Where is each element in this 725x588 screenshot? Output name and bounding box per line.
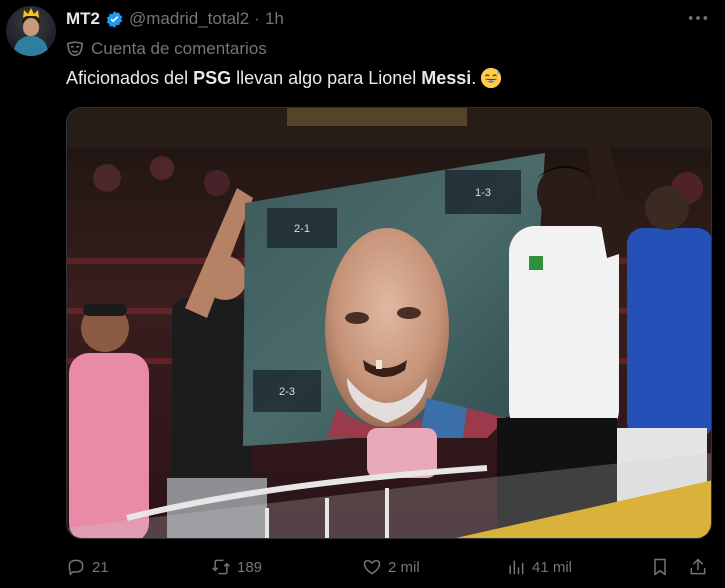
like-button[interactable]: 2 mil [362, 554, 420, 580]
author-name[interactable]: MT2 [66, 9, 100, 29]
share-button[interactable] [688, 554, 708, 580]
heart-icon [363, 560, 381, 575]
verified-badge-icon [105, 10, 124, 29]
tweet-text-bold[interactable]: PSG [193, 66, 231, 90]
bookmark-button[interactable] [650, 554, 670, 580]
tweet-text: Aficionados del PSG llevan algo para Lio… [66, 66, 502, 90]
banner-score-top-left: 2-1 [294, 223, 310, 235]
account-label-text: Cuenta de comentarios [91, 39, 267, 58]
tweet-text-part: Aficionados del [66, 68, 194, 88]
repost-count: 189 [237, 558, 263, 576]
avatar[interactable] [6, 6, 56, 56]
reply-count: 21 [92, 558, 109, 576]
reply-button[interactable]: 21 [66, 554, 109, 580]
tweet-text-part: llevan algo para Lionel [231, 68, 422, 88]
repost-icon [212, 559, 230, 575]
banner-score-top-right: 1-3 [475, 187, 491, 199]
reply-icon [68, 559, 84, 576]
repost-button[interactable]: 189 [211, 554, 262, 580]
banner-score-bottom-left: 2-3 [279, 386, 295, 398]
account-label: Cuenta de comentarios [66, 38, 267, 60]
avatar-shirt [14, 36, 48, 56]
more-options-icon[interactable] [687, 8, 709, 28]
stadium-photo-illustration: 2-1 1-3 2-3 [67, 108, 711, 538]
tweet-text-bold[interactable]: Messi [421, 66, 471, 90]
tweet-header: MT2 @madrid_total2 · 1h [66, 8, 284, 30]
share-icon [690, 558, 706, 575]
views-icon [509, 560, 524, 575]
grinning-sweat-emoji-icon [481, 67, 502, 89]
tweet-media-photo[interactable]: 2-1 1-3 2-3 [66, 107, 712, 539]
tweet-actions: 21 189 2 mil 41 mil [66, 554, 712, 580]
views-count: 41 mil [532, 558, 573, 576]
author-handle[interactable]: @madrid_total2 [129, 9, 249, 29]
like-count: 2 mil [388, 558, 420, 576]
views-button[interactable]: 41 mil [506, 554, 572, 580]
bookmark-icon [654, 558, 666, 576]
mask-icon [66, 41, 84, 57]
timestamp[interactable]: 1h [265, 9, 284, 29]
tweet-text-part: . [471, 68, 477, 88]
avatar-face [23, 18, 39, 36]
separator-dot: · [254, 9, 260, 28]
